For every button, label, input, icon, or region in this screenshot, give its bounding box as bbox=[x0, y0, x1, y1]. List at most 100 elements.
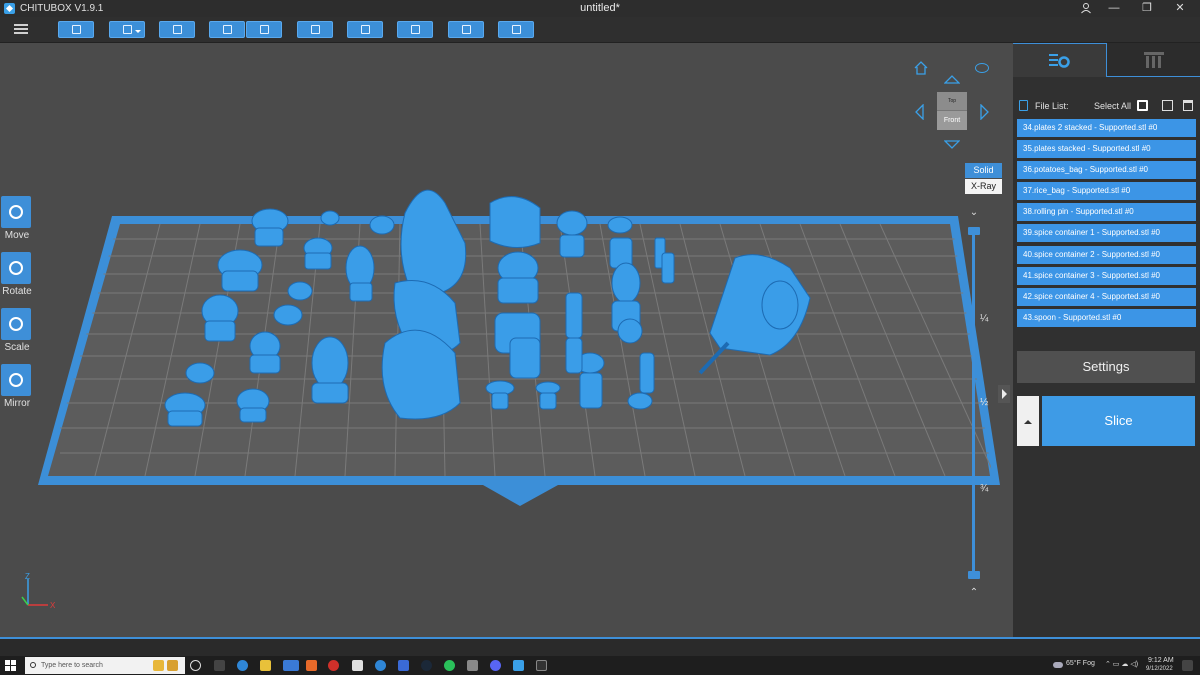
support-button[interactable] bbox=[347, 21, 383, 38]
file-explorer-icon[interactable] bbox=[260, 660, 271, 671]
file-list-icon bbox=[1019, 100, 1028, 111]
redo-icon bbox=[260, 25, 269, 34]
app-icon-blue[interactable] bbox=[375, 660, 386, 671]
hollow-icon bbox=[411, 25, 420, 34]
steam-icon[interactable] bbox=[421, 660, 432, 671]
rotate-button[interactable] bbox=[1, 252, 31, 284]
rotate-icon bbox=[9, 261, 23, 275]
file-list-item[interactable]: 42.spice container 4 - Supported.stl #0 bbox=[1017, 287, 1196, 306]
save-button[interactable] bbox=[109, 21, 145, 38]
copy-button[interactable] bbox=[297, 21, 333, 38]
discord-icon[interactable] bbox=[490, 660, 501, 671]
mirror-tool[interactable]: Mirror bbox=[0, 364, 34, 420]
move-tool[interactable]: Move bbox=[0, 196, 34, 252]
spotify-icon[interactable] bbox=[444, 660, 455, 671]
task-view-icon[interactable] bbox=[190, 660, 201, 671]
slice-options-arrow[interactable] bbox=[1017, 396, 1039, 446]
slice-button[interactable]: Slice bbox=[1042, 396, 1195, 446]
rotate-tool[interactable]: Rotate bbox=[0, 252, 34, 308]
edge-browser-icon[interactable] bbox=[237, 660, 248, 671]
file-list-item[interactable]: 41.spice container 3 - Supported.stl #0 bbox=[1017, 266, 1196, 285]
settings-tab[interactable] bbox=[1013, 43, 1106, 77]
mail-icon[interactable] bbox=[283, 660, 299, 671]
solid-mode-button[interactable]: Solid bbox=[965, 163, 1002, 178]
app-icon-dark-blue[interactable] bbox=[398, 660, 409, 671]
file-list-item[interactable]: 35.plates stacked - Supported.stl #0 bbox=[1017, 140, 1196, 159]
fog-weather-icon bbox=[1053, 662, 1063, 668]
weather-widget-icon[interactable] bbox=[153, 660, 164, 671]
chitubox-taskbar-icon[interactable] bbox=[513, 660, 524, 671]
rotate-label: Rotate bbox=[2, 286, 32, 297]
app-icon-white[interactable] bbox=[352, 660, 363, 671]
hamburger-menu-icon[interactable] bbox=[14, 22, 28, 36]
file-list-header: File List: Select All bbox=[1017, 100, 1197, 114]
settings-button[interactable]: Settings bbox=[1017, 351, 1195, 383]
restore-icon[interactable]: ❐ bbox=[1133, 0, 1161, 17]
3d-viewport[interactable]: Move Rotate Scale Mirror Top Front Solid… bbox=[0, 43, 1013, 637]
file-list-item[interactable]: 38.rolling pin - Supported.stl #0 bbox=[1017, 203, 1196, 222]
document-title: untitled* bbox=[580, 2, 620, 14]
view-left-arrow-icon[interactable] bbox=[914, 104, 924, 120]
clock-time[interactable]: 9:12 AM bbox=[1148, 657, 1174, 664]
view-right-arrow-icon[interactable] bbox=[980, 104, 990, 120]
hollow-button[interactable] bbox=[397, 21, 433, 38]
redo-button[interactable] bbox=[246, 21, 282, 38]
trash-icon[interactable] bbox=[1183, 100, 1193, 111]
close-icon[interactable]: ✕ bbox=[1166, 0, 1194, 17]
layer-slider-bottom-thumb[interactable] bbox=[968, 571, 980, 579]
file-list: 34.plates 2 stacked - Supported.stl #0 3… bbox=[1017, 119, 1196, 330]
auto-layout-button[interactable] bbox=[159, 21, 195, 38]
chevron-down-icon[interactable]: ⌄ bbox=[969, 208, 979, 218]
select-all-label[interactable]: Select All bbox=[1094, 101, 1131, 111]
drill-button[interactable] bbox=[448, 21, 484, 38]
layer-slider-track[interactable] bbox=[972, 231, 975, 576]
slider-tick-quarter: ¼ bbox=[980, 313, 989, 324]
minimize-icon[interactable]: — bbox=[1100, 0, 1128, 17]
mirror-button[interactable] bbox=[1, 364, 31, 396]
view-down-arrow-icon[interactable] bbox=[944, 140, 960, 150]
app-icon-orange[interactable] bbox=[306, 660, 317, 671]
undo-button[interactable] bbox=[209, 21, 245, 38]
system-tray-icons[interactable]: ⌃ ▭ ☁ ◁) bbox=[1105, 660, 1138, 668]
xray-mode-button[interactable]: X-Ray bbox=[965, 179, 1002, 194]
task-manager-icon[interactable] bbox=[214, 660, 225, 671]
scale-icon bbox=[9, 317, 23, 331]
undo-icon bbox=[223, 25, 232, 34]
layer-slider-top-thumb[interactable] bbox=[968, 227, 980, 235]
home-view-icon[interactable] bbox=[914, 61, 928, 75]
user-account-icon[interactable] bbox=[1072, 0, 1100, 17]
app-icon-red[interactable] bbox=[328, 660, 339, 671]
open-file-button[interactable] bbox=[58, 21, 94, 38]
notification-icon[interactable] bbox=[1182, 660, 1193, 671]
move-button[interactable] bbox=[1, 196, 31, 228]
left-tool-column: Move Rotate Scale Mirror bbox=[0, 196, 34, 420]
windows-start-icon[interactable] bbox=[5, 660, 16, 671]
build-plate-scene[interactable] bbox=[0, 43, 1013, 637]
weather-text[interactable]: 65°F Fog bbox=[1066, 660, 1095, 667]
axis-z-label: Z bbox=[25, 573, 30, 581]
clock-date[interactable]: 9/12/2022 bbox=[1146, 666, 1173, 672]
file-list-item[interactable]: 43.spoon - Supported.stl #0 bbox=[1017, 308, 1196, 327]
slider-tick-half: ½ bbox=[980, 397, 989, 408]
app-icon-gray[interactable] bbox=[467, 660, 478, 671]
printer-tab[interactable] bbox=[1106, 43, 1200, 77]
view-cube-front[interactable]: Front bbox=[937, 110, 967, 130]
eye-icon[interactable] bbox=[975, 63, 989, 73]
file-list-item[interactable]: 34.plates 2 stacked - Supported.stl #0 bbox=[1017, 119, 1196, 137]
file-list-item[interactable]: 39.spice container 1 - Supported.stl #0 bbox=[1017, 224, 1196, 243]
app-icon-eps[interactable] bbox=[536, 660, 547, 671]
mirror-toolbar-button[interactable] bbox=[498, 21, 534, 38]
select-all-checkbox[interactable] bbox=[1137, 100, 1148, 111]
chevron-up-icon[interactable]: ⌃ bbox=[969, 588, 979, 598]
view-up-arrow-icon[interactable] bbox=[944, 74, 960, 84]
panel-collapse-toggle[interactable] bbox=[998, 385, 1010, 403]
file-list-item[interactable]: 37.rice_bag - Supported.stl #0 bbox=[1017, 182, 1196, 201]
file-list-item[interactable]: 36.potatoes_bag - Supported.stl #0 bbox=[1017, 161, 1196, 180]
edit-icon[interactable] bbox=[1162, 100, 1173, 111]
file-list-item[interactable]: 40.spice container 2 - Supported.stl #0 bbox=[1017, 245, 1196, 264]
view-cube-top[interactable]: Top bbox=[937, 92, 967, 110]
news-widget-icon[interactable] bbox=[167, 660, 178, 671]
scale-button[interactable] bbox=[1, 308, 31, 340]
move-label: Move bbox=[4, 230, 30, 241]
scale-tool[interactable]: Scale bbox=[0, 308, 34, 364]
